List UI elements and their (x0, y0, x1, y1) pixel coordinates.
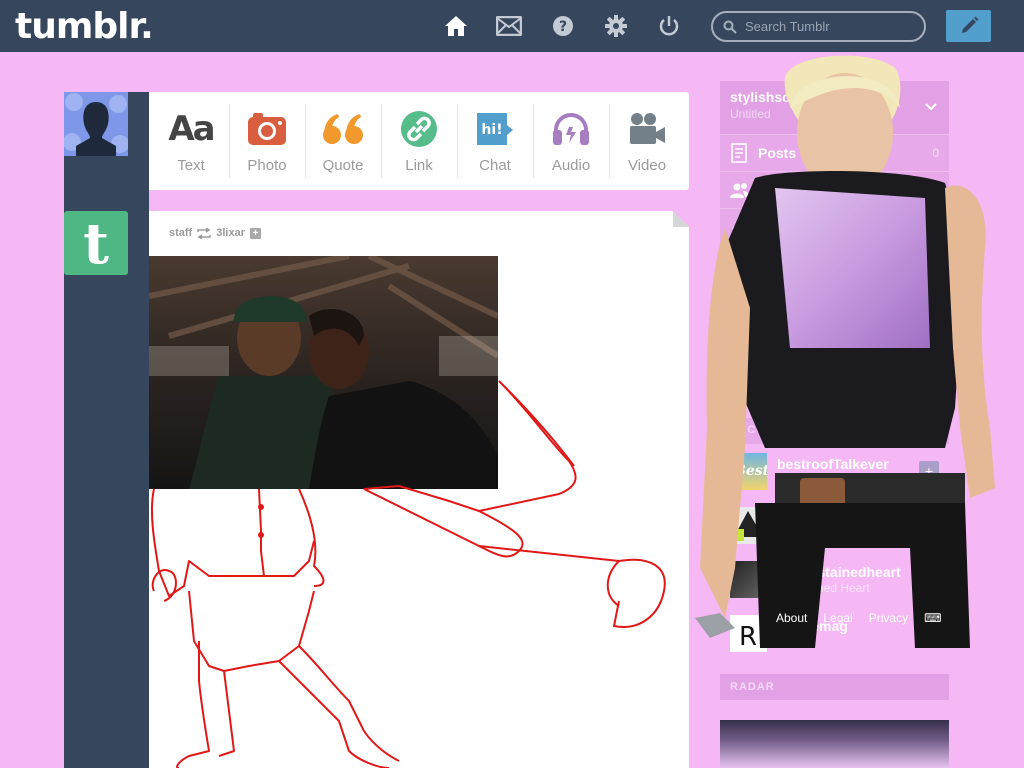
radar-image[interactable] (720, 720, 949, 768)
sidebar-item-followers[interactable]: Followers 3 (720, 171, 949, 208)
camera-icon (248, 109, 286, 149)
blog-thumbnail (730, 506, 767, 544)
blog-thumbnail: Best (730, 452, 770, 490)
follow-button[interactable]: + (919, 515, 939, 535)
home-icon[interactable] (443, 13, 469, 39)
mail-icon[interactable] (496, 13, 522, 39)
tumblr-logo[interactable]: tumblr. (15, 6, 154, 47)
dashboard-left-rail (64, 92, 149, 768)
keyboard-icon[interactable]: ⌨ (924, 611, 941, 625)
sidebar-item-activity[interactable]: Activity (720, 208, 949, 245)
legal-link[interactable]: Legal (823, 611, 852, 625)
post-type-chat[interactable]: hi! Chat (457, 92, 533, 190)
sidebar-item-customize[interactable]: Customize (720, 245, 949, 282)
account-heading: ACCOUNT (720, 300, 949, 326)
help-icon[interactable]: ? (550, 13, 576, 39)
svg-text:t: t (83, 217, 109, 269)
svg-text:?: ? (559, 19, 567, 35)
sidebar-item-posts[interactable]: Posts 0 (720, 134, 949, 171)
search-icon (723, 20, 737, 34)
recommended-heading: RECOMMENDED BLOGS (720, 418, 949, 444)
svg-text:R: R (739, 622, 757, 652)
post-type-link[interactable]: Link (381, 92, 457, 190)
activity-icon (732, 217, 746, 237)
recommended-blog[interactable]: Best bestroofTalkever Best Roof Talk Eve… (720, 444, 949, 498)
post-type-text[interactable]: Aa Text (153, 92, 229, 190)
followers-icon (730, 183, 750, 198)
power-icon[interactable] (656, 13, 682, 39)
blog-thumbnail (730, 560, 767, 598)
search-input[interactable] (745, 19, 915, 34)
post-type-photo[interactable]: Photo (229, 92, 305, 190)
svg-text:Best: Best (733, 463, 767, 479)
post-type-audio[interactable]: Audio (533, 92, 609, 190)
sidebar-item-find-blogs[interactable]: Find Blogs (720, 363, 949, 400)
eye-icon (731, 258, 749, 270)
svg-text:hi!: hi! (481, 122, 502, 138)
recommended-blog[interactable]: myinkstainedheart Ink Stained Heart + (720, 552, 949, 606)
privacy-link[interactable]: Privacy (869, 611, 908, 625)
recommended-blog[interactable]: textsfromsuperhero Texts From Superhero … (720, 498, 949, 552)
find-blogs-icon (730, 372, 750, 392)
red-line-drawing (150, 380, 666, 768)
about-link[interactable]: About (776, 611, 807, 625)
tumblr-t-icon: t (83, 217, 109, 269)
chevron-right-icon (932, 376, 939, 388)
follow-button[interactable]: + (919, 623, 939, 643)
post-type-quote[interactable]: Quote (305, 92, 381, 190)
posts-icon (731, 143, 747, 163)
chevron-right-icon (932, 339, 939, 351)
user-avatar[interactable] (64, 92, 128, 156)
video-camera-icon (628, 109, 666, 149)
chat-icon: hi! (475, 109, 515, 149)
post-type-bar: Aa Text Photo Quote Link hi! Chat Audio (149, 92, 689, 190)
blog-thumbnail: R (730, 614, 767, 652)
staff-avatar[interactable]: t (64, 211, 128, 275)
compose-button[interactable] (946, 10, 991, 42)
blog-header[interactable]: stylishscreenshotter Untitled (720, 81, 949, 134)
sidebar: stylishscreenshotter Untitled Posts 0 Fo… (720, 81, 949, 660)
chevron-down-icon[interactable] (925, 103, 937, 111)
top-bar: tumblr. ? (0, 0, 1024, 52)
radar-heading: RADAR (720, 674, 949, 700)
chevron-right-icon (932, 258, 939, 270)
following-icon (730, 336, 749, 355)
headphones-icon (552, 109, 590, 149)
gear-icon[interactable] (603, 13, 629, 39)
sidebar-item-following[interactable]: Following 2 blogs (720, 326, 949, 363)
follow-button[interactable]: + (919, 569, 939, 589)
link-icon (400, 109, 438, 149)
footer-links: About Legal Privacy ⌨ (776, 611, 941, 625)
post-type-video[interactable]: Video (609, 92, 685, 190)
blog-name: stylishscreenshotter (730, 89, 867, 105)
pencil-icon (961, 16, 978, 33)
blog-title: Untitled (730, 107, 771, 121)
follow-button[interactable]: + (919, 461, 939, 481)
search-box[interactable] (711, 11, 926, 42)
dashboard-post: staff 3lixar + (149, 211, 689, 768)
text-icon: Aa (168, 109, 215, 149)
quote-icon (322, 109, 364, 149)
